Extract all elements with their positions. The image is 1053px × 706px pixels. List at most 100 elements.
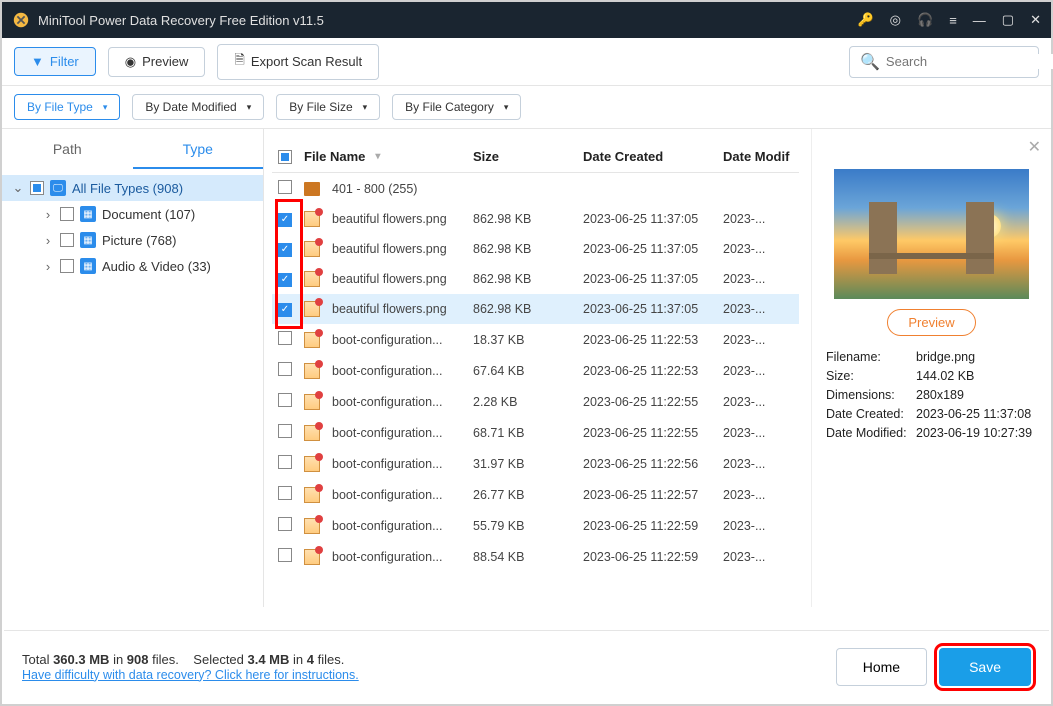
checkbox-partial[interactable] [30,181,44,195]
file-name: boot-configuration... [332,519,443,533]
folder-icon [304,182,320,196]
headphones-icon[interactable]: 🎧 [917,12,933,28]
save-button[interactable]: Save [939,648,1031,686]
file-icon [304,271,320,287]
file-created: 2023-06-25 11:22:57 [583,488,723,502]
eye-icon: ◉ [125,54,136,70]
meta-modified-val: 2023-06-19 10:27:39 [916,426,1037,440]
key-icon[interactable]: 🔑 [857,12,873,28]
close-icon[interactable]: ✕ [1030,12,1041,28]
file-icon [304,487,320,503]
file-size: 26.77 KB [473,488,583,502]
row-checkbox[interactable] [278,303,292,317]
folder-row[interactable]: 401 - 800 (255) [272,173,799,204]
row-checkbox[interactable] [278,455,292,469]
col-created-header[interactable]: Date Created [583,149,723,164]
file-row[interactable]: boot-configuration... 88.54 KB 2023-06-2… [272,541,799,572]
disc-icon[interactable]: ◎ [890,12,901,28]
chevron-right-icon: › [42,233,54,248]
export-button[interactable]: 🗎 Export Scan Result [217,44,379,80]
file-row[interactable]: boot-configuration... 68.71 KB 2023-06-2… [272,417,799,448]
checkbox[interactable] [60,207,74,221]
file-modified: 2023-... [723,302,793,316]
file-created: 2023-06-25 11:22:56 [583,457,723,471]
row-checkbox[interactable] [278,213,292,227]
col-name-header[interactable]: File Name▾ [304,149,473,164]
checkbox[interactable] [60,259,74,273]
by-file-category-dropdown[interactable]: By File Category [392,94,521,120]
file-icon [304,211,320,227]
row-checkbox[interactable] [278,243,292,257]
file-size: 862.98 KB [473,212,583,226]
minimize-icon[interactable]: — [973,13,986,28]
tree-item[interactable]: › ▦ Document (107) [2,201,263,227]
file-modified: 2023-... [723,488,793,502]
close-preview-icon[interactable]: ✕ [1028,137,1041,157]
file-name: boot-configuration... [332,364,443,378]
funnel-icon: ▼ [31,54,44,69]
help-link[interactable]: Have difficulty with data recovery? Clic… [22,668,359,682]
row-checkbox[interactable] [278,548,292,562]
category-icon: ▦ [80,206,96,222]
file-modified: 2023-... [723,333,793,347]
file-modified: 2023-... [723,519,793,533]
file-name: beautiful flowers.png [332,242,447,256]
tree-root[interactable]: ⌄ 🖵 All File Types (908) [2,175,263,201]
file-name: beautiful flowers.png [332,302,447,316]
file-row[interactable]: boot-configuration... 31.97 KB 2023-06-2… [272,448,799,479]
file-row[interactable]: boot-configuration... 26.77 KB 2023-06-2… [272,479,799,510]
file-name: boot-configuration... [332,488,443,502]
file-name: boot-configuration... [332,550,443,564]
file-row[interactable]: boot-configuration... 18.37 KB 2023-06-2… [272,324,799,355]
file-size: 68.71 KB [473,426,583,440]
row-checkbox[interactable] [278,393,292,407]
file-row[interactable]: beautiful flowers.png 862.98 KB 2023-06-… [272,234,799,264]
tab-type[interactable]: Type [133,129,264,169]
row-checkbox[interactable] [278,517,292,531]
maximize-icon[interactable]: ▢ [1002,12,1014,28]
col-modified-header[interactable]: Date Modif [723,149,793,164]
file-name: boot-configuration... [332,426,443,440]
search-icon: 🔍 [860,52,880,72]
category-icon: ▦ [80,258,96,274]
file-icon [304,301,320,317]
file-row[interactable]: beautiful flowers.png 862.98 KB 2023-06-… [272,294,799,324]
meta-size-val: 144.02 KB [916,369,1037,383]
file-modified: 2023-... [723,272,793,286]
file-modified: 2023-... [723,212,793,226]
file-created: 2023-06-25 11:37:05 [583,212,723,226]
row-checkbox[interactable] [278,486,292,500]
file-icon [304,394,320,410]
search-input[interactable] [886,54,1053,69]
file-created: 2023-06-25 11:22:53 [583,333,723,347]
tree-item[interactable]: › ▦ Picture (768) [2,227,263,253]
file-row[interactable]: boot-configuration... 67.64 KB 2023-06-2… [272,355,799,386]
col-size-header[interactable]: Size [473,149,583,164]
search-box[interactable]: 🔍 [849,46,1039,78]
file-icon [304,241,320,257]
file-row[interactable]: boot-configuration... 55.79 KB 2023-06-2… [272,510,799,541]
by-date-modified-dropdown[interactable]: By Date Modified [132,94,264,120]
menu-icon[interactable]: ≡ [949,13,957,28]
filter-button[interactable]: ▼ Filter [14,47,96,76]
row-checkbox[interactable] [278,331,292,345]
by-file-type-dropdown[interactable]: By File Type [14,94,120,120]
preview-button[interactable]: ◉ Preview [108,47,206,77]
file-row[interactable]: beautiful flowers.png 862.98 KB 2023-06-… [272,264,799,294]
row-checkbox[interactable] [278,424,292,438]
by-file-size-dropdown[interactable]: By File Size [276,94,380,120]
file-row[interactable]: beautiful flowers.png 862.98 KB 2023-06-… [272,204,799,234]
preview-image-button[interactable]: Preview [887,309,975,336]
tree-item[interactable]: › ▦ Audio & Video (33) [2,253,263,279]
file-list: File Name▾ Size Date Created Date Modif … [264,129,811,607]
tree-item-label: Picture (768) [102,233,176,248]
row-checkbox[interactable] [278,180,292,194]
row-checkbox[interactable] [278,362,292,376]
file-row[interactable]: boot-configuration... 2.28 KB 2023-06-25… [272,386,799,417]
home-button[interactable]: Home [836,648,927,686]
row-checkbox[interactable] [278,273,292,287]
checkbox[interactable] [60,233,74,247]
file-size: 862.98 KB [473,272,583,286]
header-checkbox[interactable] [278,150,292,164]
tab-path[interactable]: Path [2,129,133,169]
